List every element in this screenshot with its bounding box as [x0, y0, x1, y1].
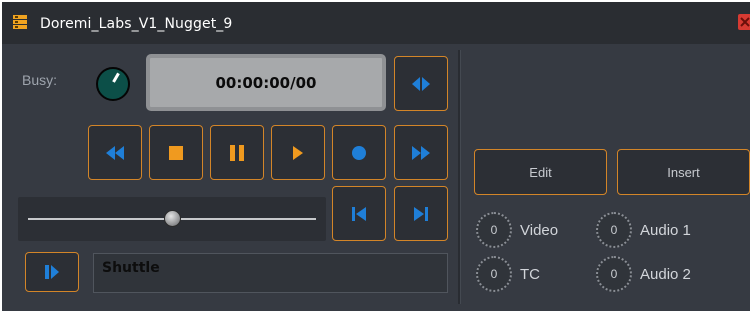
slider-thumb[interactable]	[163, 210, 181, 227]
insert-button[interactable]: Insert	[617, 149, 750, 195]
skip-to-start-icon	[352, 206, 366, 221]
edit-button[interactable]: Edit	[474, 149, 607, 195]
audio2-indicator-label: Audio 2	[640, 265, 691, 283]
fast-forward-icon	[412, 145, 430, 160]
play-icon	[293, 145, 303, 160]
busy-indicator-needle	[112, 72, 120, 83]
audio2-indicator-value: 0	[596, 256, 632, 292]
close-button[interactable]	[738, 14, 750, 30]
timecode-display: 00:00:00/00	[146, 54, 386, 111]
panel-divider	[458, 50, 461, 304]
close-x-icon	[740, 17, 750, 27]
mode-toggle-button[interactable]	[394, 56, 448, 111]
rewind-icon	[106, 145, 124, 160]
tc-indicator-label: TC	[520, 265, 540, 283]
step-forward-icon	[45, 265, 59, 279]
skip-to-end-button[interactable]	[394, 186, 448, 241]
split-arrows-icon	[412, 76, 430, 91]
shuttle-display: Shuttle	[93, 253, 448, 293]
skip-to-end-icon	[414, 206, 428, 221]
audio2-indicator: 0 Audio 2	[596, 256, 691, 292]
busy-indicator	[96, 67, 130, 101]
record-icon	[352, 145, 366, 160]
video-indicator-label: Video	[520, 221, 559, 239]
pause-icon	[230, 144, 244, 161]
insert-button-label: Insert	[667, 164, 700, 180]
fast-forward-button[interactable]	[394, 125, 448, 180]
video-indicator-value: 0	[476, 212, 512, 248]
shuttle-label: Shuttle	[102, 260, 160, 276]
audio1-indicator: 0 Audio 1	[596, 212, 691, 248]
busy-label: Busy:	[22, 72, 58, 88]
audio1-indicator-label: Audio 1	[640, 221, 691, 239]
stop-icon	[169, 145, 183, 160]
video-indicator: 0 Video	[476, 212, 558, 248]
shuttle-button[interactable]	[25, 252, 79, 292]
tc-indicator: 0 TC	[476, 256, 540, 292]
position-slider[interactable]	[18, 197, 326, 241]
tc-indicator-value: 0	[476, 256, 512, 292]
rewind-button[interactable]	[88, 125, 142, 180]
title-bar: Doremi_Labs_V1_Nugget_9	[2, 2, 750, 44]
skip-to-start-button[interactable]	[332, 186, 386, 241]
app-window: Doremi_Labs_V1_Nugget_9 Busy: 00:00:00/0…	[0, 0, 750, 315]
audio1-indicator-value: 0	[596, 212, 632, 248]
server-stack-icon	[12, 14, 28, 30]
pause-button[interactable]	[210, 125, 264, 180]
edit-button-label: Edit	[529, 164, 552, 180]
window-title: Doremi_Labs_V1_Nugget_9	[40, 16, 233, 32]
stop-button[interactable]	[149, 125, 203, 180]
record-button[interactable]	[332, 125, 386, 180]
play-button[interactable]	[271, 125, 325, 180]
